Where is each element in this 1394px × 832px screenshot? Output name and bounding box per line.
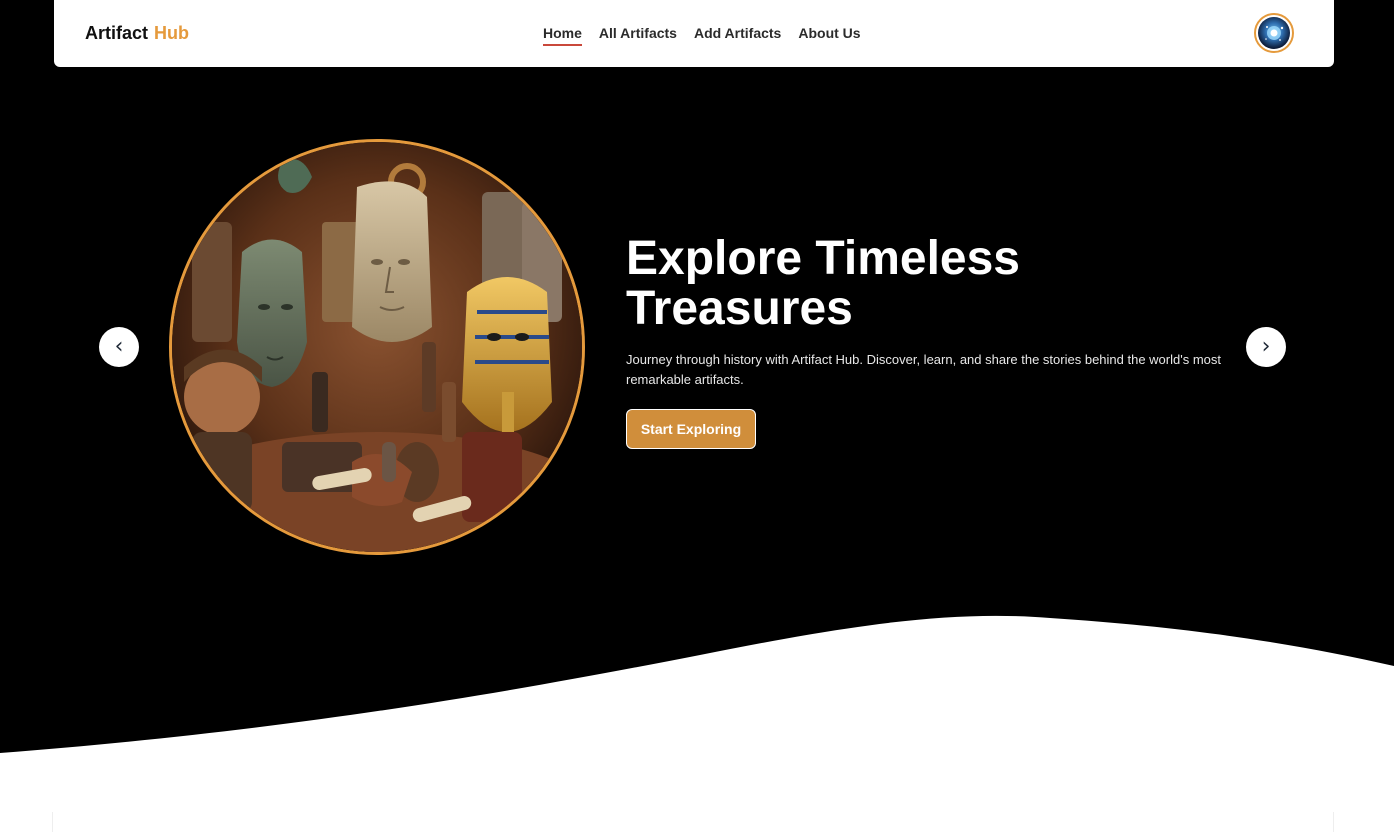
hero-image xyxy=(169,139,585,555)
brand-accent: Hub xyxy=(154,23,190,43)
slider-next-button[interactable]: › xyxy=(1246,327,1286,367)
user-avatar[interactable] xyxy=(1254,13,1294,53)
hero-description: Journey through history with Artifact Hu… xyxy=(626,352,1221,387)
nav-link-home[interactable]: Home xyxy=(543,25,582,46)
user-avatar-icon xyxy=(1258,17,1290,49)
brand-name: Artifact xyxy=(85,23,149,43)
nav-link-add-artifacts[interactable]: Add Artifacts xyxy=(694,25,781,46)
content-section-edge xyxy=(52,812,1334,832)
start-exploring-button[interactable]: Start Exploring xyxy=(626,409,756,449)
hero-wave-divider xyxy=(0,615,1394,832)
nav-link-about-us[interactable]: About Us xyxy=(798,25,860,46)
nav-link-all-artifacts[interactable]: All Artifacts xyxy=(599,25,677,46)
hero-title: Explore Timeless Treasures xyxy=(626,232,1020,335)
slider-prev-button[interactable]: ‹ xyxy=(99,327,139,367)
brand-logo[interactable]: Artifact Hub xyxy=(85,23,189,44)
top-navbar: Artifact Hub Home All Artifacts Add Artif… xyxy=(54,0,1334,67)
artifacts-collage-image xyxy=(172,142,582,552)
nav-links: Home All Artifacts Add Artifacts About U… xyxy=(543,25,861,46)
